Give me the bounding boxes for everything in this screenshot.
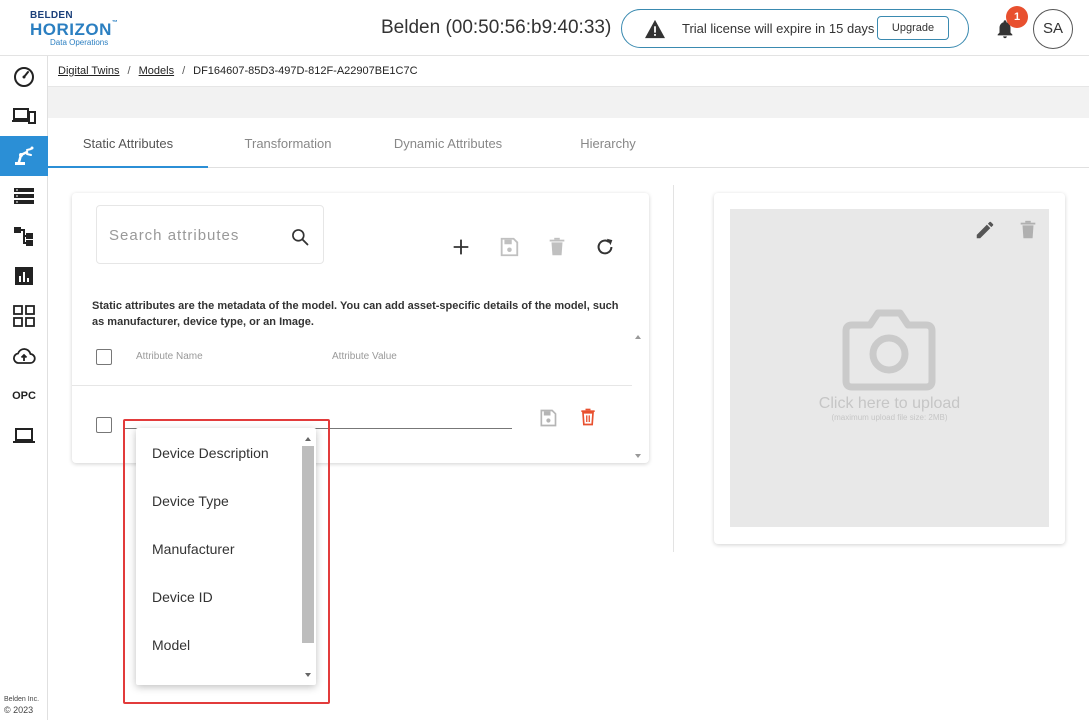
select-all-checkbox[interactable] [96, 349, 112, 365]
tab-bar: Static Attributes Transformation Dynamic… [48, 118, 1089, 168]
warning-icon [645, 19, 665, 39]
speedometer-icon [14, 67, 34, 87]
sidebar-item-analytics[interactable] [0, 256, 48, 296]
tab-static-attributes[interactable]: Static Attributes [48, 118, 208, 168]
tab-transformation[interactable]: Transformation [208, 118, 368, 168]
upload-text: Click here to upload [818, 395, 961, 412]
list-icon [14, 188, 34, 204]
search-box [96, 205, 324, 264]
toolbar-band [48, 86, 1089, 118]
breadcrumb-digital-twins[interactable]: Digital Twins [58, 65, 120, 77]
sidebar-item-models[interactable] [0, 136, 48, 176]
sidebar-item-list[interactable] [0, 176, 48, 216]
upgrade-button[interactable]: Upgrade [877, 16, 949, 40]
col-attribute-name: Attribute Name [136, 351, 203, 362]
row-delete-icon[interactable] [578, 407, 598, 427]
hierarchy-icon [14, 227, 33, 246]
attributes-description: Static attributes are the metadata of th… [92, 300, 619, 328]
add-icon[interactable] [450, 236, 472, 258]
breadcrumb-current: DF164607-85D3-497D-812F-A22907BE1C7C [193, 65, 418, 77]
search-icon[interactable] [290, 227, 310, 247]
delete-icon[interactable] [546, 236, 568, 258]
opc-label: OPC [12, 390, 36, 402]
option-device-type[interactable]: Device Type [152, 493, 229, 509]
static-attributes-card: Static attributes are the metadata of th… [72, 193, 649, 463]
sidebar-item-hierarchy[interactable] [0, 216, 48, 256]
panel-divider [673, 185, 674, 552]
breadcrumb-models[interactable]: Models [139, 65, 174, 77]
copyright-company: Belden Inc. [4, 696, 40, 703]
logo-tagline: Data Operations [50, 38, 109, 47]
card-scrollbar[interactable] [633, 330, 643, 463]
cloud-upload-icon [13, 348, 36, 364]
edit-icon[interactable] [974, 219, 996, 241]
sidebar-item-apps[interactable] [0, 296, 48, 336]
sidebar-item-devices[interactable] [0, 96, 48, 136]
attribute-name-dropdown: Device Description Device Type Manufactu… [136, 428, 316, 685]
camera-icon [842, 309, 936, 391]
row-save-icon[interactable] [538, 408, 558, 428]
option-device-description[interactable]: Device Description [152, 445, 269, 461]
sidebar-item-upload[interactable] [0, 336, 48, 376]
devices-icon [12, 108, 36, 124]
image-upload-area[interactable]: Click here to upload (maximum upload fil… [730, 209, 1049, 527]
license-banner: Trial license will expire in 15 days Upg… [621, 9, 969, 48]
image-delete-icon[interactable] [1017, 219, 1039, 241]
user-avatar[interactable]: SA [1033, 9, 1073, 49]
belden-horizon-logo[interactable]: BELDEN HORIZON™ Data Operations [28, 10, 128, 48]
logo-product: HORIZON™ [30, 20, 119, 39]
row-divider [72, 385, 632, 386]
tab-dynamic-attributes[interactable]: Dynamic Attributes [368, 118, 528, 168]
sidebar-item-opc[interactable]: OPC [0, 376, 48, 416]
copyright-year: © 2023 [4, 705, 34, 715]
app-header: BELDEN HORIZON™ Data Operations Belden (… [0, 0, 1089, 56]
sidebar-item-dashboard[interactable] [0, 56, 48, 96]
breadcrumb: Digital Twins / Models / DF164607-85D3-497D-… [58, 65, 418, 77]
sidebar-item-laptop[interactable] [0, 416, 48, 456]
tab-hierarchy[interactable]: Hierarchy [528, 118, 688, 168]
dropdown-scroll-thumb[interactable] [302, 446, 314, 643]
sidebar: OPC Belden Inc. © 2023 [0, 56, 48, 720]
robot-arm-icon [15, 146, 34, 165]
copyright: Belden Inc. © 2023 [4, 694, 39, 716]
chart-icon [15, 267, 33, 285]
device-title: Belden (00:50:56:b9:40:33) [381, 17, 612, 38]
option-model[interactable]: Model [152, 637, 190, 653]
upload-size-hint: (maximum upload file size: 2MB) [831, 413, 948, 422]
laptop-icon [13, 428, 35, 443]
option-manufacturer[interactable]: Manufacturer [152, 541, 234, 557]
save-icon[interactable] [498, 236, 520, 258]
option-device-id[interactable]: Device ID [152, 589, 213, 605]
col-attribute-value: Attribute Value [332, 351, 397, 362]
notification-badge: 1 [1006, 6, 1028, 28]
row-checkbox[interactable] [96, 417, 112, 433]
refresh-icon[interactable] [594, 236, 616, 258]
grid-icon [13, 305, 35, 327]
search-input[interactable] [109, 224, 279, 246]
image-card: Click here to upload (maximum upload fil… [714, 193, 1065, 544]
license-text: Trial license will expire in 15 days [682, 21, 875, 36]
